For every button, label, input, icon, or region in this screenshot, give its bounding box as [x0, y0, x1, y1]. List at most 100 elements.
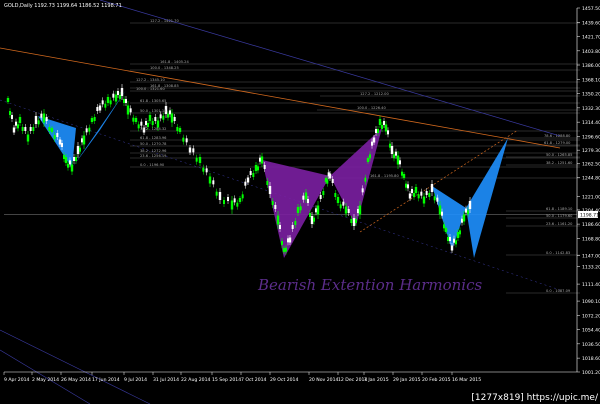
candle-body [408, 193, 412, 199]
fib-level-label: 23.6 - 1161.20 [546, 222, 573, 226]
x-tick-label: 15 Sep 2014 [212, 377, 241, 383]
candle-body [304, 192, 308, 200]
x-tick-label: 17 Jun 2014 [92, 377, 120, 383]
price-chart[interactable]: 127.2 - 1421.70 161.8 - 1405.24 100.0 - 13… [0, 0, 600, 404]
candle-body [279, 225, 281, 229]
candle-body [399, 160, 401, 165]
candle-body [73, 157, 75, 161]
candle-body [355, 219, 357, 223]
candle-body [162, 115, 165, 120]
candle-body [414, 187, 418, 193]
fib-level-label: 161.8 - 1405.24 [160, 60, 189, 64]
y-tick-label: 1403.80 [582, 49, 600, 55]
candle-body [384, 124, 388, 132]
y-tick-label: 1350.20 [582, 92, 600, 98]
candle-body [140, 121, 143, 126]
y-tick-label: 1332.30 [582, 106, 600, 112]
fib-level-label: 50.0 - 1179.60 [546, 214, 573, 218]
x-tick-label: 26 May 2014 [61, 377, 91, 383]
fib-level-label: 100.0 - 1226.40 [357, 106, 386, 110]
candle-body [358, 205, 362, 215]
candle-body [347, 209, 350, 213]
pattern-blue-3 [466, 138, 508, 258]
candle-body [459, 230, 461, 235]
fib-level-label: 61.8 - 1279.00 [544, 141, 571, 145]
y-tick-label: 1262.50 [582, 162, 600, 168]
fib-level-label: 127.2 - 1212.00 [360, 92, 389, 96]
candle-body [9, 111, 11, 115]
candle-body [37, 120, 40, 125]
y-tick-label: 1018.60 [582, 356, 600, 362]
candle-body [411, 189, 413, 193]
candle-body [378, 119, 382, 125]
candle-body [246, 177, 250, 183]
candle-body [449, 237, 451, 241]
fib-level-lines [4, 22, 580, 294]
x-tick-label: 9 Jul 2014 [124, 377, 147, 383]
candle-body [249, 171, 252, 175]
candle-body [259, 157, 261, 162]
candle-body [468, 201, 472, 209]
candle-body [120, 88, 124, 96]
candle-body [236, 202, 239, 207]
y-tick-label: 1111.40 [582, 282, 600, 288]
x-tick-label: 29 Jan 2015 [393, 377, 421, 383]
candle-body [215, 191, 218, 196]
pattern-blue-1b [72, 90, 126, 168]
candle-body [208, 176, 212, 184]
y-tick-label: 1133.20 [582, 265, 600, 271]
x-tick-label: 12 Dec 2014 [338, 377, 367, 383]
candle-body [319, 195, 322, 199]
candle-body [40, 113, 43, 118]
candle-body [465, 208, 467, 213]
candle-body [50, 128, 54, 132]
candle-body [29, 127, 32, 131]
candle-body [244, 181, 247, 186]
candle-body [350, 219, 353, 223]
current-price-label: 1198.71 [580, 212, 599, 218]
candle-body [56, 133, 59, 137]
y-tick-label: 1001.20 [582, 370, 600, 376]
x-tick-label: 7 Jan 2015 [364, 377, 389, 383]
candle-body [296, 207, 300, 213]
candle-body [185, 138, 188, 143]
candle-body [198, 157, 202, 163]
y-tick-label: 1296.60 [582, 134, 600, 140]
candle-body [81, 138, 83, 143]
candle-body [274, 205, 277, 209]
fib-level-label: 0.0 - 1087.09 [546, 289, 571, 293]
candle-body [390, 146, 394, 154]
x-tick-label: 2 May 2014 [32, 377, 59, 383]
candle-body [24, 127, 27, 131]
fib-level-label: 50.0 - 1265.85 [546, 153, 572, 157]
candle-body [104, 103, 107, 108]
candle-body [438, 205, 442, 215]
y-tick-label: 1186.60 [582, 222, 600, 228]
candle-body [173, 117, 176, 121]
candle-body [170, 113, 174, 123]
candle-body [26, 134, 30, 142]
candle-body [21, 127, 24, 131]
candle-body [281, 241, 283, 245]
candle-body [98, 105, 102, 111]
candle-body [188, 147, 192, 153]
y-tick-label: 1168.80 [582, 236, 600, 242]
candle-body [12, 127, 16, 133]
y-tick-label: 1244.80 [582, 176, 600, 182]
candle-body [433, 196, 436, 201]
candle-body [352, 218, 356, 226]
candle-body [287, 238, 289, 243]
candle-body [58, 139, 62, 145]
candle-body [18, 117, 22, 123]
candle-body [401, 171, 403, 176]
fib-level-label: 50.0 - 1270.78 [140, 142, 167, 146]
candle-body [75, 157, 77, 161]
candle-body [422, 196, 426, 204]
y-tick-label: 1421.70 [582, 35, 600, 41]
pattern-annotation: Bearish Extention Harmonics [258, 276, 483, 294]
candle-body [114, 94, 118, 102]
candle-body [430, 184, 434, 192]
candle-body [315, 208, 317, 213]
candle-body [407, 184, 409, 189]
candle-body [169, 110, 171, 115]
